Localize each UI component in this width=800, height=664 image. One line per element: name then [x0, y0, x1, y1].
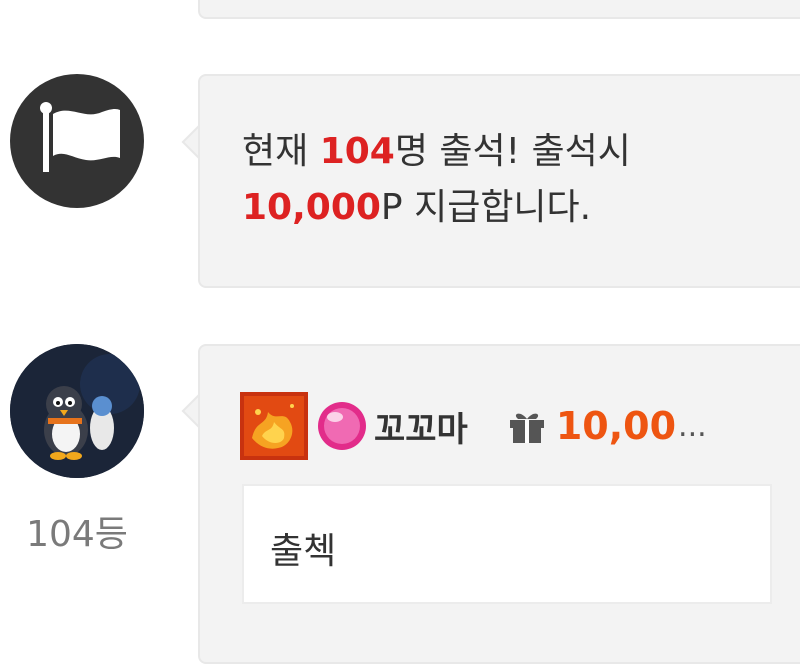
attendance-rank: 104등 [26, 514, 128, 555]
username[interactable]: 꼬꼬마 [374, 402, 468, 451]
notice-suffix: P 지급합니다. [380, 187, 592, 228]
pink-gem-icon [318, 402, 366, 450]
user-avatar[interactable] [10, 344, 144, 478]
gift-icon [509, 413, 544, 443]
points-ellipsis: ... [678, 408, 707, 444]
earned-points: 10,00 [555, 404, 677, 448]
notice-middle: 명 출석! 출석시 [394, 131, 631, 172]
comment-header: 꼬꼬마 10,00... [240, 392, 707, 460]
flag-icon [40, 102, 120, 172]
comment-content-box: 출첵 [242, 484, 772, 604]
previous-comment-bubble [198, 0, 800, 19]
attendance-count: 104 [319, 131, 395, 172]
penguin-avatar [10, 344, 144, 478]
fire-badge-icon [240, 392, 308, 460]
notice-avatar [10, 74, 144, 208]
attendance-notice-text: 현재 104명 출석! 출석시 10,000P 지급합니다. [242, 124, 631, 236]
notice-prefix: 현재 [242, 131, 320, 172]
comment-text: 출첵 [270, 531, 337, 572]
reward-points: 10,000 [242, 187, 381, 228]
